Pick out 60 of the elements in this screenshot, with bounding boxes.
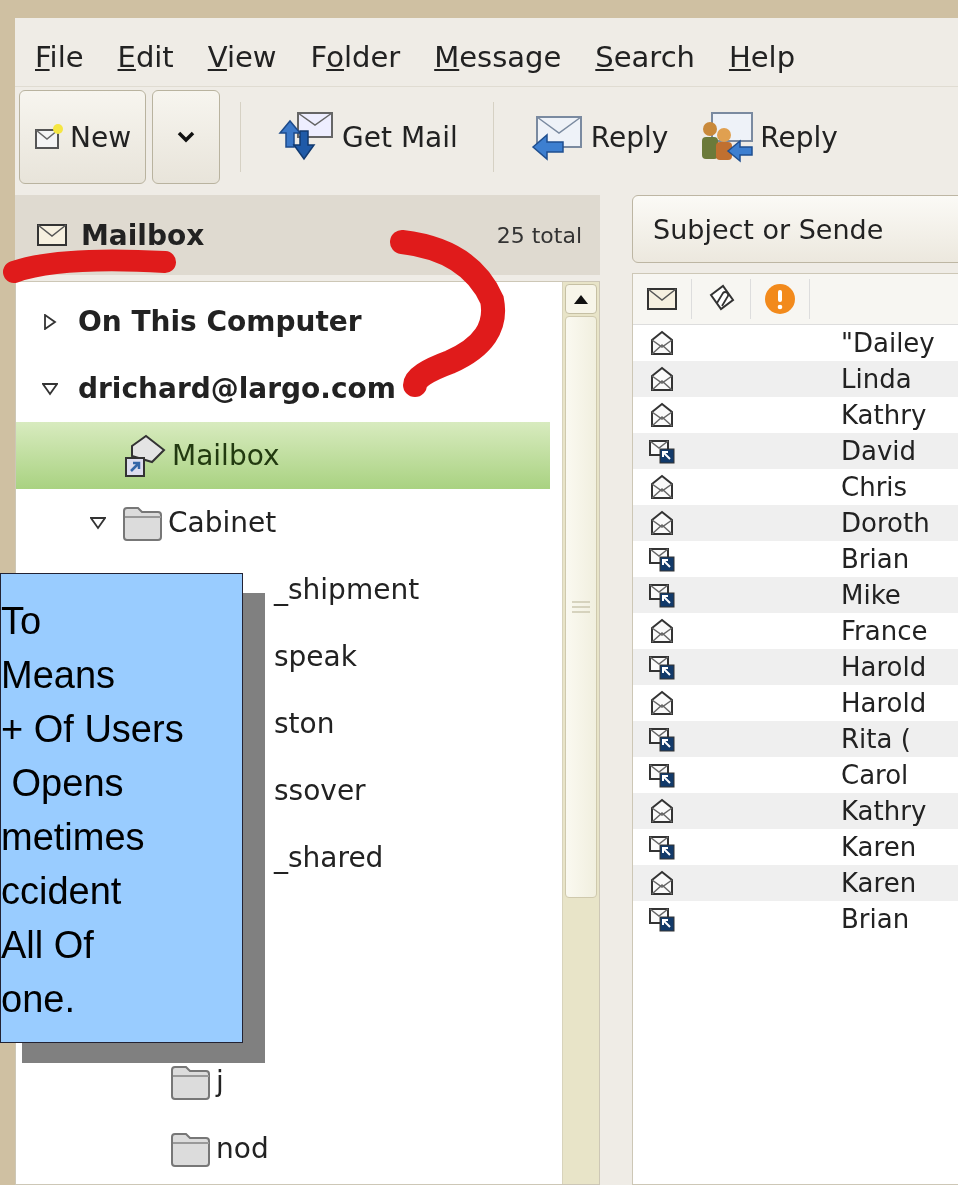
scrollbar-thumb[interactable]: [565, 316, 597, 898]
sender-text: Mike: [841, 580, 901, 610]
callout-text: To Means + Of Users Opens metimes ccident All Of one.: [1, 599, 185, 1022]
folder-label[interactable]: ston: [274, 707, 335, 740]
new-button[interactable]: New: [19, 90, 147, 184]
menu-item[interactable]: Folder: [310, 40, 401, 74]
envelope-icon: [647, 288, 677, 310]
folder-label[interactable]: _shipment: [274, 573, 420, 606]
sender-text: Rita (: [841, 724, 911, 754]
up-arrow-icon: [574, 294, 588, 304]
menu-item[interactable]: Edit: [117, 40, 174, 74]
sender-text: Karen: [841, 832, 917, 862]
envelope-icon: [37, 224, 67, 246]
menu-item[interactable]: View: [207, 40, 277, 74]
sender-text: "Dailey: [841, 328, 935, 358]
expander-icon[interactable]: [90, 514, 106, 531]
folder-label[interactable]: ssover: [274, 774, 366, 807]
inbox-icon: [122, 433, 168, 478]
sender-text: Karen: [841, 868, 917, 898]
new-message-icon: [34, 122, 64, 152]
folder-label[interactable]: _shared: [274, 841, 384, 874]
folder-label[interactable]: Cabinet: [168, 506, 277, 539]
folder-label[interactable]: j: [216, 1065, 224, 1098]
folder-label[interactable]: drichard@largo.com: [78, 372, 396, 405]
toolbar-button[interactable]: Reply: [513, 90, 684, 184]
sender-text: Linda: [841, 364, 912, 394]
sender-text: France: [841, 616, 928, 646]
scroll-up-button[interactable]: [565, 284, 597, 314]
sender-text: David: [841, 436, 917, 466]
folder-icon: [170, 1063, 212, 1100]
sender-text: Chris: [841, 472, 908, 502]
folder-icon: [122, 504, 164, 541]
folder-icon: [170, 1130, 212, 1167]
sender-text: Brian: [841, 904, 910, 934]
sender-text: Doroth: [841, 508, 930, 538]
sender-text: Brian: [841, 544, 910, 574]
folder-label[interactable]: nod: [216, 1132, 269, 1165]
grip-icon: [572, 601, 590, 613]
folder-label[interactable]: Mailbox: [172, 439, 280, 472]
sender-text: Carol: [841, 760, 909, 790]
menu-item[interactable]: Search: [595, 40, 695, 74]
expander-icon[interactable]: [42, 380, 58, 397]
pane-title: Mailbox: [81, 218, 206, 252]
expander-icon[interactable]: [42, 313, 58, 330]
search-filter-field[interactable]: Subject or Sende: [632, 195, 958, 263]
menu-item[interactable]: File: [35, 40, 84, 74]
toolbar-button[interactable]: Reply: [683, 90, 853, 184]
sender-text: Harold: [841, 688, 927, 718]
menu-item[interactable]: Message: [434, 40, 562, 74]
exclamation-icon: [764, 283, 796, 315]
sender-text: Harold: [841, 652, 927, 682]
menu-item[interactable]: Help: [728, 40, 796, 74]
folder-label[interactable]: On This Computer: [78, 305, 362, 338]
chevron-down-icon: [176, 130, 197, 144]
sender-text: Kathry: [841, 796, 927, 826]
folder-row[interactable]: Mailbox: [16, 422, 550, 489]
sender-text: Kathry: [841, 400, 927, 430]
message-count: 25 total: [496, 222, 582, 248]
folder-label[interactable]: speak: [274, 640, 357, 673]
toolbar-button[interactable]: Get Mail: [261, 90, 473, 184]
